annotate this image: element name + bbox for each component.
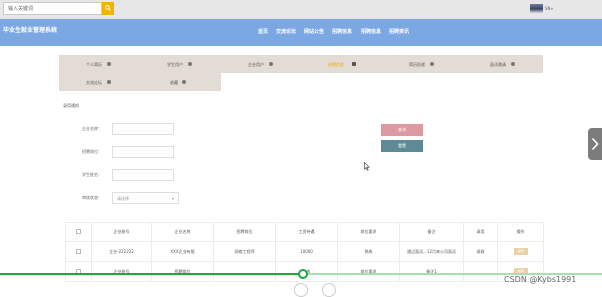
table-cell: 录取 — [463, 241, 498, 262]
gear-icon — [182, 80, 186, 84]
edit-button[interactable]: 编辑 — [513, 248, 528, 255]
nav-item-jobs[interactable]: 招聘信息 — [332, 28, 352, 35]
table-cell: 通过面试，12月来公司面试 — [399, 241, 464, 262]
video-progress-handle[interactable] — [298, 269, 308, 279]
column-header: 备注 — [399, 222, 464, 242]
column-header: 招聘岗位 — [213, 222, 276, 242]
tab-interviews[interactable]: 面试邀请 — [463, 55, 543, 73]
tab-favorites[interactable]: 收藏 — [140, 73, 221, 91]
tab-label: 学生用户 — [167, 62, 183, 67]
watermark: CSDN @Kybs1991 — [504, 275, 577, 284]
checkbox[interactable] — [76, 229, 81, 234]
student-name-field[interactable] — [112, 169, 174, 181]
table-cell: 10000 — [275, 241, 338, 262]
gear-icon — [430, 62, 434, 66]
table-cell: 备注1 — [399, 261, 464, 282]
search-icon — [105, 5, 111, 11]
main-nav: 毕业生就业管理系统 首页 交流论坛 网站公告 招聘信息 招聘信息 招聘资讯 — [0, 19, 602, 46]
chevron-down-icon: ▾ — [171, 196, 174, 201]
nav-item-forum[interactable]: 交流论坛 — [276, 28, 296, 35]
action-cell: 编辑 — [497, 241, 544, 262]
position-field[interactable] — [112, 146, 174, 158]
tab-job-postings[interactable]: 招聘信息 — [301, 55, 382, 73]
nav-item-home[interactable]: 首页 — [258, 28, 268, 35]
nav-item-news[interactable]: 招聘资讯 — [389, 28, 409, 35]
table-cell: 企业账号 — [91, 261, 152, 282]
player-control-icon[interactable] — [322, 283, 336, 297]
site-title: 毕业生就业管理系统 — [3, 27, 58, 34]
status-label: 审核状态： — [82, 195, 102, 200]
status-select-value: 请选择 — [117, 196, 129, 201]
avatar[interactable] — [530, 4, 543, 13]
section-title: 录用通知 — [63, 103, 79, 108]
row-checkbox-cell[interactable] — [65, 241, 92, 262]
column-header: 岗位要求 — [337, 222, 400, 242]
tab-label: 招聘信息 — [328, 62, 344, 67]
select-all-checkbox-cell[interactable] — [65, 222, 92, 242]
column-header: 录用 — [463, 222, 498, 242]
user-name[interactable]: SN — [545, 6, 551, 11]
gear-icon — [511, 62, 515, 66]
tab-label: 交流论坛 — [86, 80, 102, 85]
top-bar: SN ▾ — [0, 0, 602, 19]
table-cell: 网络工程师 — [213, 241, 276, 262]
tab-label: 个人简历 — [86, 62, 102, 67]
company-name-field[interactable] — [112, 123, 174, 135]
gear-icon — [107, 62, 111, 66]
tab-label: 企业用户 — [248, 62, 264, 67]
company-name-label: 企业名称： — [82, 126, 102, 131]
tab-companies[interactable]: 企业用户 — [221, 55, 301, 73]
query-button[interactable]: 查询 — [381, 124, 423, 136]
table-cell — [463, 261, 498, 282]
side-panel-toggle[interactable] — [588, 128, 602, 160]
nav-item-notice[interactable]: 网站公告 — [304, 28, 324, 35]
player-control-icon[interactable] — [294, 283, 308, 297]
gear-icon — [188, 62, 192, 66]
reset-button[interactable]: 重置 — [381, 140, 423, 152]
search-button[interactable] — [102, 2, 114, 15]
column-header: 企业名称 — [151, 222, 214, 242]
mouse-cursor-icon — [364, 162, 370, 171]
gear-icon — [269, 62, 273, 66]
gear-icon — [107, 80, 111, 84]
table-cell: XXX企业有限 — [151, 241, 214, 262]
student-name-label: 学生姓名： — [82, 172, 102, 177]
tab-students[interactable]: 学生用户 — [140, 55, 221, 73]
table-cell: 岗位要求 — [337, 261, 400, 282]
video-progress-fill — [0, 273, 301, 275]
tab-applications[interactable]: 简历投递 — [382, 55, 463, 73]
column-header: 操作 — [497, 222, 544, 242]
checkbox[interactable] — [76, 248, 81, 254]
tab-label: 简历投递 — [409, 62, 425, 67]
row-checkbox-cell[interactable] — [65, 261, 92, 282]
column-header: 企业账号 — [91, 222, 152, 242]
tab-label: 收藏 — [170, 80, 178, 85]
chevron-right-icon — [591, 137, 599, 151]
tab-label: 面试邀请 — [490, 62, 506, 67]
tab-resume[interactable]: 个人简历 — [59, 55, 140, 73]
tab-forum[interactable]: 交流论坛 — [59, 73, 140, 91]
table-cell: 企业-222222 — [91, 241, 152, 262]
table-row: 企业-222222 XXX企业有限 网络工程师 10000 熟练 通过面试，12… — [65, 241, 544, 262]
chevron-down-icon[interactable]: ▾ — [551, 6, 553, 11]
column-header: 工资待遇 — [275, 222, 338, 242]
table-cell: 招聘岗位 — [151, 261, 214, 282]
tab-bar: 个人简历 学生用户 企业用户 招聘信息 简历投递 面试邀请 交流论坛 收藏 — [59, 55, 543, 91]
status-select[interactable]: 请选择 ▾ — [112, 192, 179, 204]
table-header-row: 企业账号 企业名称 招聘岗位 工资待遇 岗位要求 备注 录用 操作 — [65, 222, 544, 242]
nav-item-jobs-2[interactable]: 招聘信息 — [361, 28, 381, 35]
position-label: 招聘岗位： — [82, 149, 102, 154]
table-cell: 熟练 — [337, 241, 400, 262]
grid-icon — [352, 62, 356, 66]
search-input[interactable] — [3, 2, 102, 15]
table-cell — [213, 261, 276, 282]
